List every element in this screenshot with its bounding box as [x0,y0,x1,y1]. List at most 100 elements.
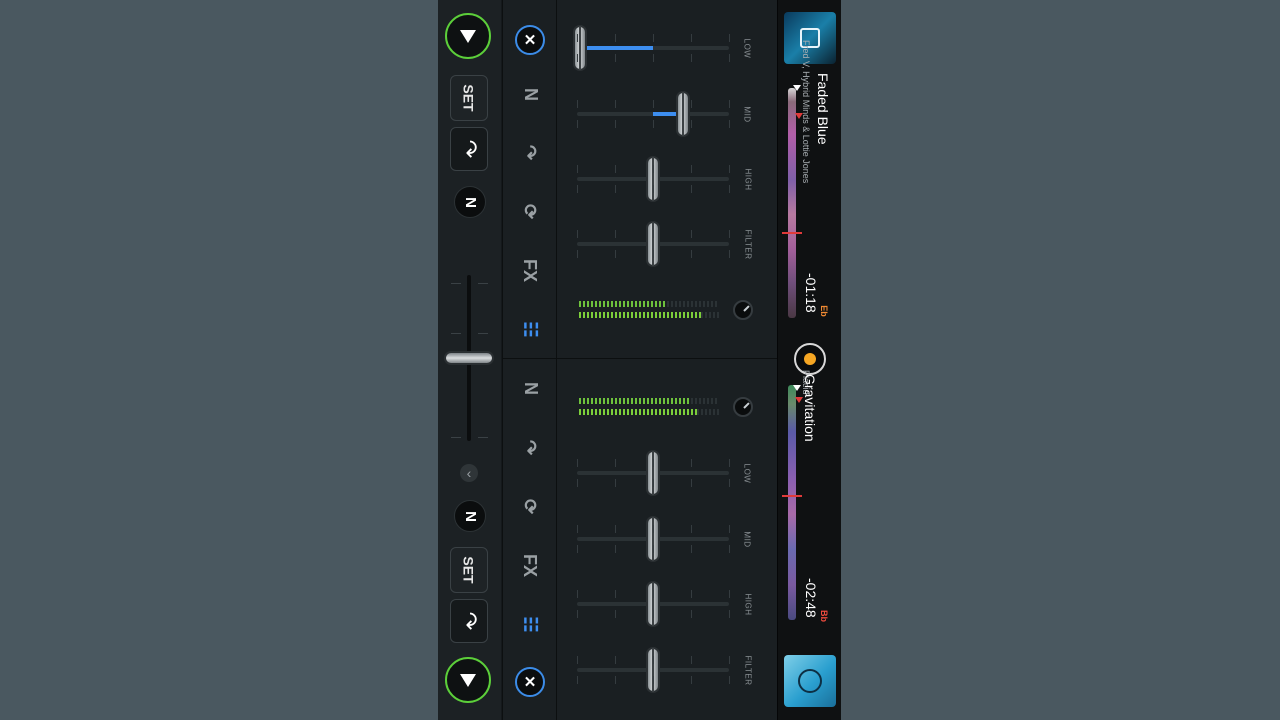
eq-tick [691,656,692,664]
eq-tick [729,120,730,128]
play-button-deck-a[interactable] [445,13,491,59]
eq-tick [653,656,654,664]
eq-tick [729,459,730,467]
cue-button-deck-a[interactable]: ↷ [450,127,488,171]
close-button-deck-a[interactable]: ✕ [515,25,545,55]
play-button-deck-b[interactable] [445,657,491,703]
eq-tick [615,525,616,533]
collapse-button[interactable]: ‹ [460,464,478,482]
sync-button-deck-b[interactable]: N [454,500,486,532]
band-label: MID [742,106,752,123]
sync-mode-icon: N [520,381,541,395]
band-label: HIGH [743,168,753,191]
eq-slider-high-b[interactable] [646,581,660,627]
eq-slider-high-a[interactable] [646,156,660,202]
eq-tick [615,656,616,664]
gain-knob-deck-a[interactable] [733,300,753,320]
eq-tick [691,525,692,533]
cue-button-deck-b[interactable]: ↷ [450,599,488,643]
cue-mode-button-b[interactable]: ↷ [516,433,544,461]
eq-tick [729,250,730,258]
eq-tick [729,100,730,108]
eq-tick [615,479,616,487]
time-remaining-deck-a: -01:18 [803,273,819,313]
eq-slider-mid-b[interactable] [646,516,660,562]
eq-tick [729,479,730,487]
waveform-deck-a[interactable] [788,88,796,318]
eq-sliders-icon: ☷ [520,320,541,338]
eq-tick [577,479,578,487]
eq-tick [615,590,616,598]
eq-tick [653,250,654,258]
eq-slider-filter-b[interactable] [646,647,660,693]
eq-mixer: LOW MID HIGH FILTER LOW MID HIGH FILTER [556,0,777,720]
cue-curve-icon: ↷ [457,139,482,159]
close-icon: ✕ [523,674,537,691]
band-label: FILTER [743,655,753,686]
set-cue-button-deck-b[interactable]: SET [450,547,488,593]
cue-curve-icon: ↷ [457,611,482,631]
eq-tick [615,459,616,467]
eq-slider-mid-a[interactable] [676,91,691,137]
sync-mode-button-a[interactable]: N [516,80,544,108]
track-title-deck-a: Faded Blue [815,73,831,145]
track-artist-deck-a: Fred V, Hybrid Minds & Lottie Jones [801,40,811,184]
eq-mode-button-a[interactable]: ☷ [516,315,544,343]
eq-mode-button-b[interactable]: ☷ [516,610,544,638]
eq-tick [653,100,654,108]
band-label: LOW [742,38,752,59]
album-art-deck-b[interactable] [784,655,836,707]
band-label: MID [742,531,752,548]
divider [557,358,777,359]
eq-tick [729,34,730,42]
eq-tick [653,34,654,42]
eq-slider-filter-a[interactable] [646,221,660,267]
loop-icon: ⟳ [520,203,541,219]
crossfader-tick [478,283,488,284]
chevron-left-icon: ‹ [466,465,472,481]
fx-mode-button-a[interactable]: FX [516,256,544,284]
level-meter-b-left [579,398,691,404]
eq-slider-low-a[interactable] [573,25,587,71]
eq-tick [615,250,616,258]
eq-tick [615,100,616,108]
eq-tick [615,545,616,553]
position-marker-icon [793,385,801,391]
eq-tick [729,165,730,173]
eq-tick [729,610,730,618]
eq-tick [577,656,578,664]
eq-tick [577,590,578,598]
eq-tick [577,459,578,467]
sync-button-deck-a[interactable]: N [454,186,486,218]
cue-mode-button-a[interactable]: ↷ [516,138,544,166]
eq-tick [577,54,578,62]
crossfader-tick [451,333,461,334]
position-marker-icon [793,85,801,91]
fx-mode-button-b[interactable]: FX [516,551,544,579]
eq-tick [653,479,654,487]
eq-tick [577,34,578,42]
eq-tick [691,590,692,598]
set-label: SET [460,84,477,112]
transport-column: SET ↷ N ‹ N SET ↷ [438,0,501,720]
fx-label: FX [520,553,541,577]
crossfader-thumb[interactable] [444,351,494,365]
close-button-deck-b[interactable]: ✕ [515,667,545,697]
eq-slider-low-b[interactable] [646,450,660,496]
band-label: HIGH [743,593,753,616]
eq-tick [577,545,578,553]
loop-mode-button-a[interactable]: ⟳ [516,197,544,225]
eq-tick [615,54,616,62]
loop-mode-button-b[interactable]: ⟳ [516,492,544,520]
eq-tick [653,545,654,553]
sync-mode-button-b[interactable]: N [516,374,544,402]
album-art-logo [798,669,822,693]
eq-tick [577,185,578,193]
gain-knob-deck-b[interactable] [733,397,753,417]
eq-tick [577,165,578,173]
waveform-deck-b[interactable] [788,385,796,620]
eq-tick [577,610,578,618]
eq-tick [577,525,578,533]
djay-app: SET ↷ N ‹ N SET ↷ ✕ N ↷ ⟳ FX ☷ N ↷ ⟳ FX … [438,0,841,720]
set-cue-button-deck-a[interactable]: SET [450,75,488,121]
